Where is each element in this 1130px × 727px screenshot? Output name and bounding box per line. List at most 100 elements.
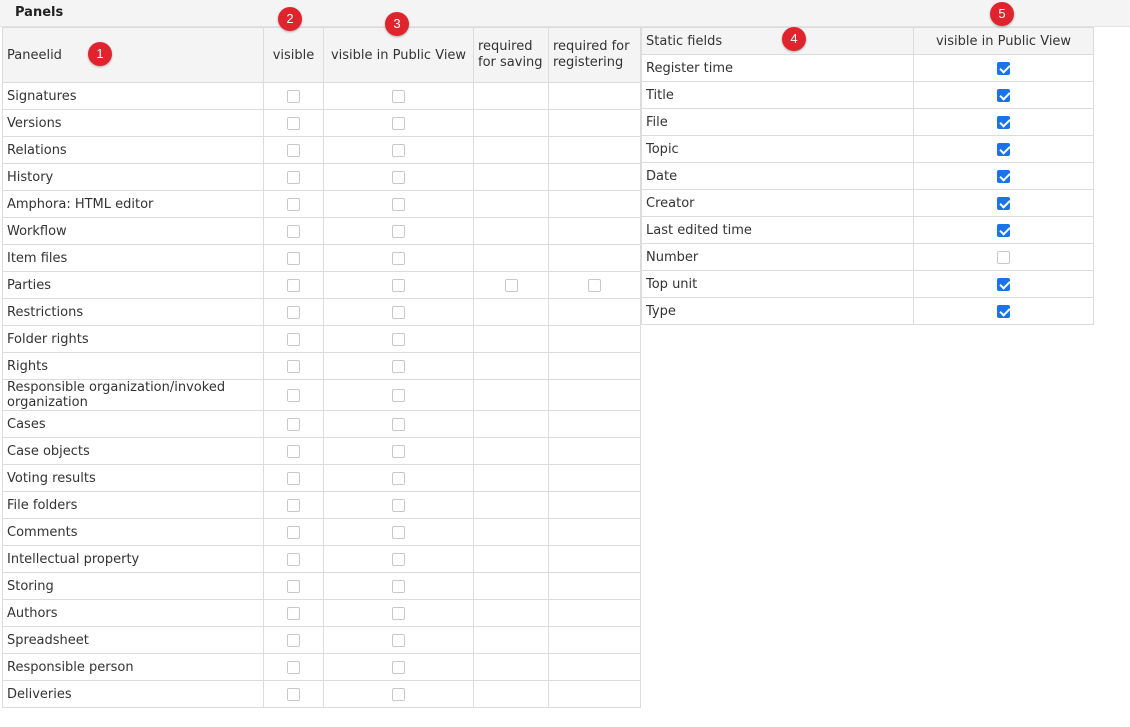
table-row: Intellectual property <box>2 545 641 573</box>
public-view-checkbox[interactable] <box>392 197 405 211</box>
public-view-checkbox[interactable] <box>392 606 405 620</box>
static-field-name: Register time <box>641 54 914 82</box>
public-view-checkbox[interactable] <box>392 471 405 485</box>
visible-checkbox[interactable] <box>287 116 300 130</box>
public-view-checkbox[interactable] <box>392 633 405 647</box>
visible-checkbox[interactable] <box>287 197 300 211</box>
table-row: Date <box>641 162 1094 190</box>
required-saving-cell <box>473 518 549 546</box>
public-view-checkbox[interactable] <box>392 305 405 319</box>
public-view-checkbox[interactable] <box>392 552 405 566</box>
public-view-checkbox[interactable] <box>392 388 405 402</box>
visible-checkbox[interactable] <box>287 305 300 319</box>
public-view-checkbox[interactable] <box>392 116 405 130</box>
static-public-view-checkbox[interactable] <box>997 88 1010 102</box>
required-registering-cell <box>548 379 641 411</box>
visible-cell <box>263 163 324 191</box>
required-registering-cell <box>548 572 641 600</box>
static-public-view-checkbox[interactable] <box>997 61 1010 75</box>
static-public-view-checkbox[interactable] <box>997 223 1010 237</box>
visible-checkbox[interactable] <box>287 359 300 373</box>
visible-checkbox[interactable] <box>287 251 300 265</box>
public-view-checkbox[interactable] <box>392 89 405 103</box>
static-public-view-checkbox[interactable] <box>997 115 1010 129</box>
panel-name: Storing <box>2 572 264 600</box>
visible-checkbox[interactable] <box>287 471 300 485</box>
public-view-checkbox[interactable] <box>392 660 405 674</box>
static-public-view-checkbox[interactable] <box>997 304 1010 318</box>
public-view-checkbox[interactable] <box>392 143 405 157</box>
visible-checkbox[interactable] <box>287 687 300 701</box>
visible-checkbox[interactable] <box>287 606 300 620</box>
visible-checkbox[interactable] <box>287 417 300 431</box>
required-registering-cell <box>548 352 641 380</box>
visible-checkbox[interactable] <box>287 388 300 402</box>
table-row: Cases <box>2 410 641 438</box>
visible-checkbox[interactable] <box>287 552 300 566</box>
public-view-checkbox[interactable] <box>392 498 405 512</box>
required-registering-cell <box>548 491 641 519</box>
visible-checkbox[interactable] <box>287 278 300 292</box>
static-public-view-cell <box>913 108 1094 136</box>
visible-checkbox[interactable] <box>287 633 300 647</box>
annotation-marker-4: 4 <box>782 27 806 51</box>
public-view-checkbox[interactable] <box>392 332 405 346</box>
required-registering-checkbox[interactable] <box>588 278 601 292</box>
visible-checkbox[interactable] <box>287 525 300 539</box>
public-view-checkbox[interactable] <box>392 251 405 265</box>
required-registering-cell <box>548 653 641 681</box>
required-saving-cell <box>473 352 549 380</box>
panel-name: Amphora: HTML editor <box>2 190 264 218</box>
visible-checkbox[interactable] <box>287 143 300 157</box>
public-view-checkbox[interactable] <box>392 224 405 238</box>
public-view-checkbox[interactable] <box>392 278 405 292</box>
required-registering-cell <box>548 163 641 191</box>
panel-name: Folder rights <box>2 325 264 353</box>
static-public-view-checkbox[interactable] <box>997 169 1010 183</box>
required-registering-cell <box>548 464 641 492</box>
visible-cell <box>263 379 324 411</box>
visible-cell <box>263 410 324 438</box>
visible-checkbox[interactable] <box>287 444 300 458</box>
panel-name: Parties <box>2 271 264 299</box>
public-view-cell <box>323 680 474 708</box>
visible-checkbox[interactable] <box>287 498 300 512</box>
panel-name: History <box>2 163 264 191</box>
panel-name: Voting results <box>2 464 264 492</box>
panels-table: Paneelid visible visible in Public View … <box>2 27 641 708</box>
public-view-checkbox[interactable] <box>392 417 405 431</box>
visible-checkbox[interactable] <box>287 224 300 238</box>
required-registering-cell <box>548 109 641 137</box>
annotation-marker-2: 2 <box>278 7 302 31</box>
table-row: Creator <box>641 189 1094 217</box>
static-field-name: Topic <box>641 135 914 163</box>
visible-checkbox[interactable] <box>287 660 300 674</box>
panel-name: Deliveries <box>2 680 264 708</box>
static-public-view-checkbox[interactable] <box>997 277 1010 291</box>
visible-checkbox[interactable] <box>287 170 300 184</box>
table-row: Parties <box>2 271 641 299</box>
visible-cell <box>263 271 324 299</box>
panel-name: Case objects <box>2 437 264 465</box>
column-header-static-public-view: visible in Public View <box>913 27 1094 55</box>
annotation-marker-1: 1 <box>88 42 112 66</box>
visible-cell <box>263 244 324 272</box>
required-registering-cell <box>548 82 641 110</box>
static-field-name: Type <box>641 297 914 325</box>
required-saving-cell <box>473 325 549 353</box>
public-view-checkbox[interactable] <box>392 444 405 458</box>
static-public-view-checkbox[interactable] <box>997 250 1010 264</box>
table-row: File <box>641 108 1094 136</box>
public-view-checkbox[interactable] <box>392 687 405 701</box>
visible-checkbox[interactable] <box>287 332 300 346</box>
public-view-checkbox[interactable] <box>392 359 405 373</box>
public-view-checkbox[interactable] <box>392 170 405 184</box>
required-saving-cell <box>473 217 549 245</box>
static-public-view-checkbox[interactable] <box>997 196 1010 210</box>
public-view-checkbox[interactable] <box>392 579 405 593</box>
visible-checkbox[interactable] <box>287 89 300 103</box>
static-public-view-checkbox[interactable] <box>997 142 1010 156</box>
required-saving-checkbox[interactable] <box>504 278 518 292</box>
public-view-checkbox[interactable] <box>392 525 405 539</box>
visible-checkbox[interactable] <box>287 579 300 593</box>
